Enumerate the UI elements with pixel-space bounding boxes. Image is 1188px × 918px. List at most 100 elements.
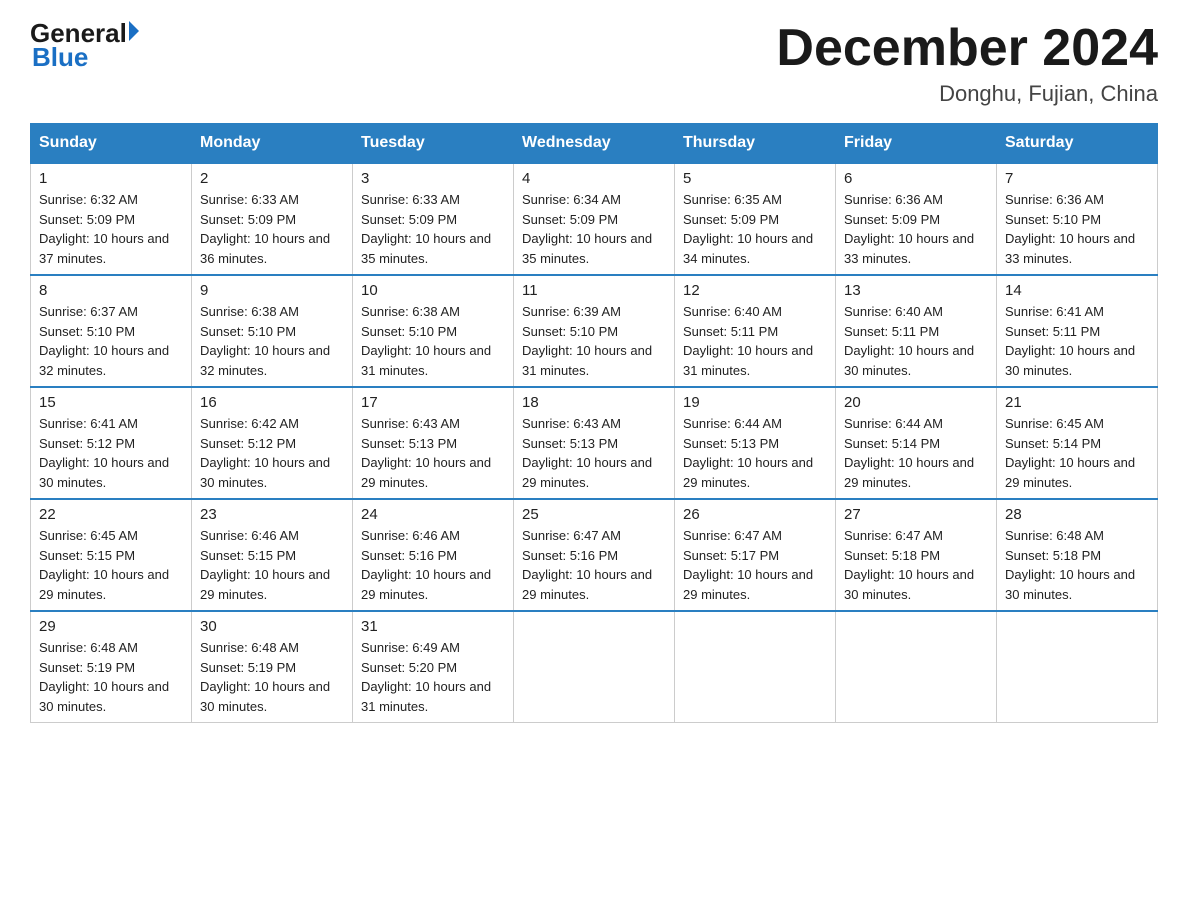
day-number: 5: [683, 170, 827, 187]
calendar-cell: 15 Sunrise: 6:41 AMSunset: 5:12 PMDaylig…: [31, 387, 192, 499]
day-info: Sunrise: 6:44 AMSunset: 5:13 PMDaylight:…: [683, 414, 827, 492]
calendar-table: Sunday Monday Tuesday Wednesday Thursday…: [30, 123, 1158, 723]
calendar-cell: 23 Sunrise: 6:46 AMSunset: 5:15 PMDaylig…: [192, 499, 353, 611]
day-info: Sunrise: 6:48 AMSunset: 5:19 PMDaylight:…: [200, 638, 344, 716]
calendar-week-5: 29 Sunrise: 6:48 AMSunset: 5:19 PMDaylig…: [31, 611, 1158, 723]
day-info: Sunrise: 6:47 AMSunset: 5:17 PMDaylight:…: [683, 526, 827, 604]
col-monday: Monday: [192, 124, 353, 164]
month-title: December 2024: [776, 20, 1158, 77]
calendar-cell: 27 Sunrise: 6:47 AMSunset: 5:18 PMDaylig…: [836, 499, 997, 611]
calendar-cell: 30 Sunrise: 6:48 AMSunset: 5:19 PMDaylig…: [192, 611, 353, 723]
calendar-cell: 6 Sunrise: 6:36 AMSunset: 5:09 PMDayligh…: [836, 163, 997, 275]
calendar-cell: 3 Sunrise: 6:33 AMSunset: 5:09 PMDayligh…: [353, 163, 514, 275]
day-number: 23: [200, 506, 344, 523]
calendar-cell: [675, 611, 836, 723]
calendar-week-2: 8 Sunrise: 6:37 AMSunset: 5:10 PMDayligh…: [31, 275, 1158, 387]
calendar-cell: 4 Sunrise: 6:34 AMSunset: 5:09 PMDayligh…: [514, 163, 675, 275]
day-info: Sunrise: 6:47 AMSunset: 5:16 PMDaylight:…: [522, 526, 666, 604]
calendar-cell: 5 Sunrise: 6:35 AMSunset: 5:09 PMDayligh…: [675, 163, 836, 275]
day-info: Sunrise: 6:43 AMSunset: 5:13 PMDaylight:…: [361, 414, 505, 492]
day-number: 29: [39, 618, 183, 635]
day-info: Sunrise: 6:43 AMSunset: 5:13 PMDaylight:…: [522, 414, 666, 492]
calendar-cell: 13 Sunrise: 6:40 AMSunset: 5:11 PMDaylig…: [836, 275, 997, 387]
day-number: 20: [844, 394, 988, 411]
col-wednesday: Wednesday: [514, 124, 675, 164]
day-number: 16: [200, 394, 344, 411]
day-info: Sunrise: 6:32 AMSunset: 5:09 PMDaylight:…: [39, 190, 183, 268]
day-info: Sunrise: 6:37 AMSunset: 5:10 PMDaylight:…: [39, 302, 183, 380]
calendar-cell: 14 Sunrise: 6:41 AMSunset: 5:11 PMDaylig…: [997, 275, 1158, 387]
day-info: Sunrise: 6:49 AMSunset: 5:20 PMDaylight:…: [361, 638, 505, 716]
day-info: Sunrise: 6:41 AMSunset: 5:11 PMDaylight:…: [1005, 302, 1149, 380]
day-number: 25: [522, 506, 666, 523]
day-info: Sunrise: 6:36 AMSunset: 5:09 PMDaylight:…: [844, 190, 988, 268]
day-number: 30: [200, 618, 344, 635]
calendar-cell: 20 Sunrise: 6:44 AMSunset: 5:14 PMDaylig…: [836, 387, 997, 499]
day-number: 18: [522, 394, 666, 411]
col-thursday: Thursday: [675, 124, 836, 164]
day-info: Sunrise: 6:46 AMSunset: 5:16 PMDaylight:…: [361, 526, 505, 604]
calendar-cell: [514, 611, 675, 723]
day-number: 31: [361, 618, 505, 635]
calendar-cell: 18 Sunrise: 6:43 AMSunset: 5:13 PMDaylig…: [514, 387, 675, 499]
col-friday: Friday: [836, 124, 997, 164]
day-info: Sunrise: 6:45 AMSunset: 5:15 PMDaylight:…: [39, 526, 183, 604]
calendar-cell: 28 Sunrise: 6:48 AMSunset: 5:18 PMDaylig…: [997, 499, 1158, 611]
day-info: Sunrise: 6:40 AMSunset: 5:11 PMDaylight:…: [683, 302, 827, 380]
day-number: 3: [361, 170, 505, 187]
calendar-header: Sunday Monday Tuesday Wednesday Thursday…: [31, 124, 1158, 164]
col-sunday: Sunday: [31, 124, 192, 164]
calendar-cell: 19 Sunrise: 6:44 AMSunset: 5:13 PMDaylig…: [675, 387, 836, 499]
logo-blue: Blue: [32, 42, 88, 73]
day-number: 17: [361, 394, 505, 411]
calendar-cell: 29 Sunrise: 6:48 AMSunset: 5:19 PMDaylig…: [31, 611, 192, 723]
page-header: General Blue December 2024 Donghu, Fujia…: [30, 20, 1158, 107]
day-info: Sunrise: 6:38 AMSunset: 5:10 PMDaylight:…: [361, 302, 505, 380]
day-info: Sunrise: 6:46 AMSunset: 5:15 PMDaylight:…: [200, 526, 344, 604]
day-number: 24: [361, 506, 505, 523]
header-row: Sunday Monday Tuesday Wednesday Thursday…: [31, 124, 1158, 164]
calendar-cell: 26 Sunrise: 6:47 AMSunset: 5:17 PMDaylig…: [675, 499, 836, 611]
calendar-cell: 11 Sunrise: 6:39 AMSunset: 5:10 PMDaylig…: [514, 275, 675, 387]
day-number: 2: [200, 170, 344, 187]
calendar-cell: 2 Sunrise: 6:33 AMSunset: 5:09 PMDayligh…: [192, 163, 353, 275]
day-info: Sunrise: 6:36 AMSunset: 5:10 PMDaylight:…: [1005, 190, 1149, 268]
day-number: 8: [39, 282, 183, 299]
day-number: 15: [39, 394, 183, 411]
day-number: 12: [683, 282, 827, 299]
calendar-week-3: 15 Sunrise: 6:41 AMSunset: 5:12 PMDaylig…: [31, 387, 1158, 499]
logo-triangle-icon: [129, 21, 139, 41]
calendar-body: 1 Sunrise: 6:32 AMSunset: 5:09 PMDayligh…: [31, 163, 1158, 723]
calendar-cell: [997, 611, 1158, 723]
day-number: 6: [844, 170, 988, 187]
calendar-cell: 16 Sunrise: 6:42 AMSunset: 5:12 PMDaylig…: [192, 387, 353, 499]
day-number: 1: [39, 170, 183, 187]
day-number: 10: [361, 282, 505, 299]
day-number: 19: [683, 394, 827, 411]
col-tuesday: Tuesday: [353, 124, 514, 164]
calendar-cell: 9 Sunrise: 6:38 AMSunset: 5:10 PMDayligh…: [192, 275, 353, 387]
day-number: 4: [522, 170, 666, 187]
day-info: Sunrise: 6:33 AMSunset: 5:09 PMDaylight:…: [200, 190, 344, 268]
col-saturday: Saturday: [997, 124, 1158, 164]
day-info: Sunrise: 6:39 AMSunset: 5:10 PMDaylight:…: [522, 302, 666, 380]
calendar-cell: 22 Sunrise: 6:45 AMSunset: 5:15 PMDaylig…: [31, 499, 192, 611]
day-number: 11: [522, 282, 666, 299]
day-info: Sunrise: 6:35 AMSunset: 5:09 PMDaylight:…: [683, 190, 827, 268]
day-info: Sunrise: 6:45 AMSunset: 5:14 PMDaylight:…: [1005, 414, 1149, 492]
calendar-week-1: 1 Sunrise: 6:32 AMSunset: 5:09 PMDayligh…: [31, 163, 1158, 275]
day-number: 7: [1005, 170, 1149, 187]
day-number: 27: [844, 506, 988, 523]
title-area: December 2024 Donghu, Fujian, China: [776, 20, 1158, 107]
day-number: 14: [1005, 282, 1149, 299]
day-number: 21: [1005, 394, 1149, 411]
day-info: Sunrise: 6:38 AMSunset: 5:10 PMDaylight:…: [200, 302, 344, 380]
day-info: Sunrise: 6:44 AMSunset: 5:14 PMDaylight:…: [844, 414, 988, 492]
logo: General Blue: [30, 20, 139, 73]
calendar-week-4: 22 Sunrise: 6:45 AMSunset: 5:15 PMDaylig…: [31, 499, 1158, 611]
calendar-cell: 12 Sunrise: 6:40 AMSunset: 5:11 PMDaylig…: [675, 275, 836, 387]
day-info: Sunrise: 6:48 AMSunset: 5:18 PMDaylight:…: [1005, 526, 1149, 604]
calendar-cell: 10 Sunrise: 6:38 AMSunset: 5:10 PMDaylig…: [353, 275, 514, 387]
calendar-cell: 31 Sunrise: 6:49 AMSunset: 5:20 PMDaylig…: [353, 611, 514, 723]
day-number: 9: [200, 282, 344, 299]
